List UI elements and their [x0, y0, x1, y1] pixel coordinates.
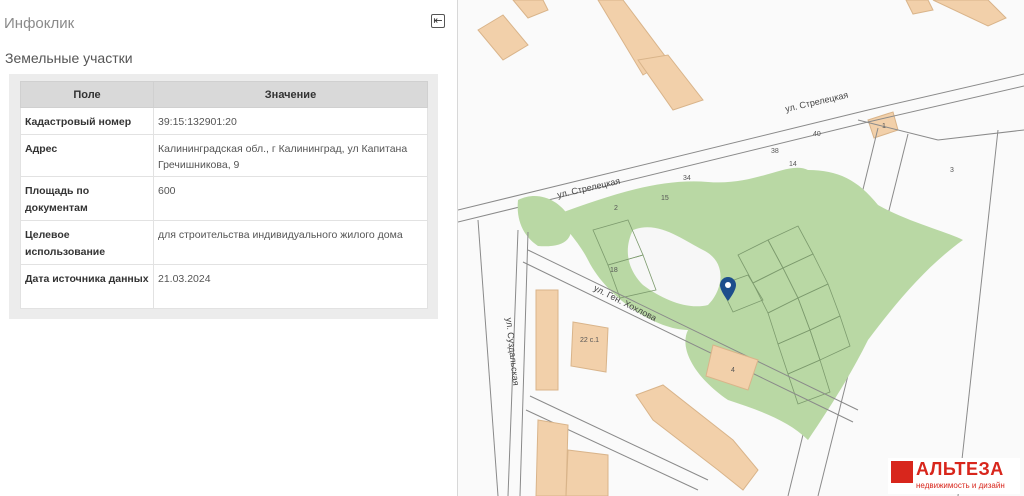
- parcel-number: 18: [610, 267, 618, 274]
- table-row: Целевое использование для строительства …: [20, 220, 428, 265]
- column-header-value: Значение: [153, 81, 428, 108]
- parcel-number: 2: [614, 205, 618, 212]
- brand-tagline: недвижимость и дизайн: [916, 481, 1005, 490]
- parcel-number: 3: [950, 167, 954, 174]
- map-pin-icon[interactable]: [720, 277, 736, 301]
- parcel-number: 1: [882, 123, 886, 130]
- parcel-number: 38: [771, 148, 779, 155]
- field-value: 600: [153, 176, 428, 221]
- table-header-row: Поле Значение: [20, 81, 428, 108]
- parcel-number: 22 с.1: [580, 337, 599, 344]
- table-row: Площадь по документам 600: [20, 176, 428, 221]
- table-row: Адрес Калининградская обл., г Калинингра…: [20, 134, 428, 177]
- brand-name: АЛЬТЕЗА: [916, 459, 1004, 479]
- parcel-number: 15: [661, 195, 669, 202]
- section-title: Земельные участки: [5, 50, 133, 66]
- brand-logo-mark: [891, 461, 913, 483]
- field-value: для строительства индивидуального жилого…: [153, 220, 428, 265]
- arrow-left-box-icon: ⇤: [433, 15, 443, 27]
- cadastral-map[interactable]: ул. Стрелецкая ул. Стрелецкая ул. Ген. Х…: [458, 0, 1024, 496]
- street-label: ул. Суздальская: [504, 317, 521, 386]
- parcel-number: 14: [789, 161, 797, 168]
- parcel-number: 40: [813, 131, 821, 138]
- info-panel: Инфоклик ⇤ Земельные участки Поле Значен…: [0, 0, 458, 496]
- parcel-info-card: Поле Значение Кадастровый номер 39:15:13…: [9, 74, 438, 319]
- table-row: Дата источника данных 21.03.2024: [20, 264, 428, 309]
- field-label: Дата источника данных: [20, 264, 154, 309]
- field-label: Кадастровый номер: [20, 107, 154, 135]
- parcel-info-table: Поле Значение Кадастровый номер 39:15:13…: [20, 81, 428, 309]
- panel-title: Инфоклик: [4, 15, 75, 32]
- field-label: Площадь по документам: [20, 176, 154, 221]
- field-label: Адрес: [20, 134, 154, 177]
- field-value: 39:15:132901:20: [153, 107, 428, 135]
- field-value: Калининградская обл., г Калининград, ул …: [153, 134, 428, 177]
- field-label: Целевое использование: [20, 220, 154, 265]
- table-row: Кадастровый номер 39:15:132901:20: [20, 107, 428, 135]
- parcel-number: 4: [731, 367, 735, 374]
- field-value: 21.03.2024: [153, 264, 428, 309]
- column-header-field: Поле: [20, 81, 154, 108]
- map-canvas: ул. Стрелецкая ул. Стрелецкая ул. Ген. Х…: [458, 0, 1024, 496]
- street-label: ул. Стрелецкая: [784, 90, 849, 114]
- collapse-panel-button[interactable]: ⇤: [431, 14, 445, 28]
- parcel-number: 34: [683, 175, 691, 182]
- brand-logo: АЛЬТЕЗА недвижимость и дизайн: [888, 458, 1020, 494]
